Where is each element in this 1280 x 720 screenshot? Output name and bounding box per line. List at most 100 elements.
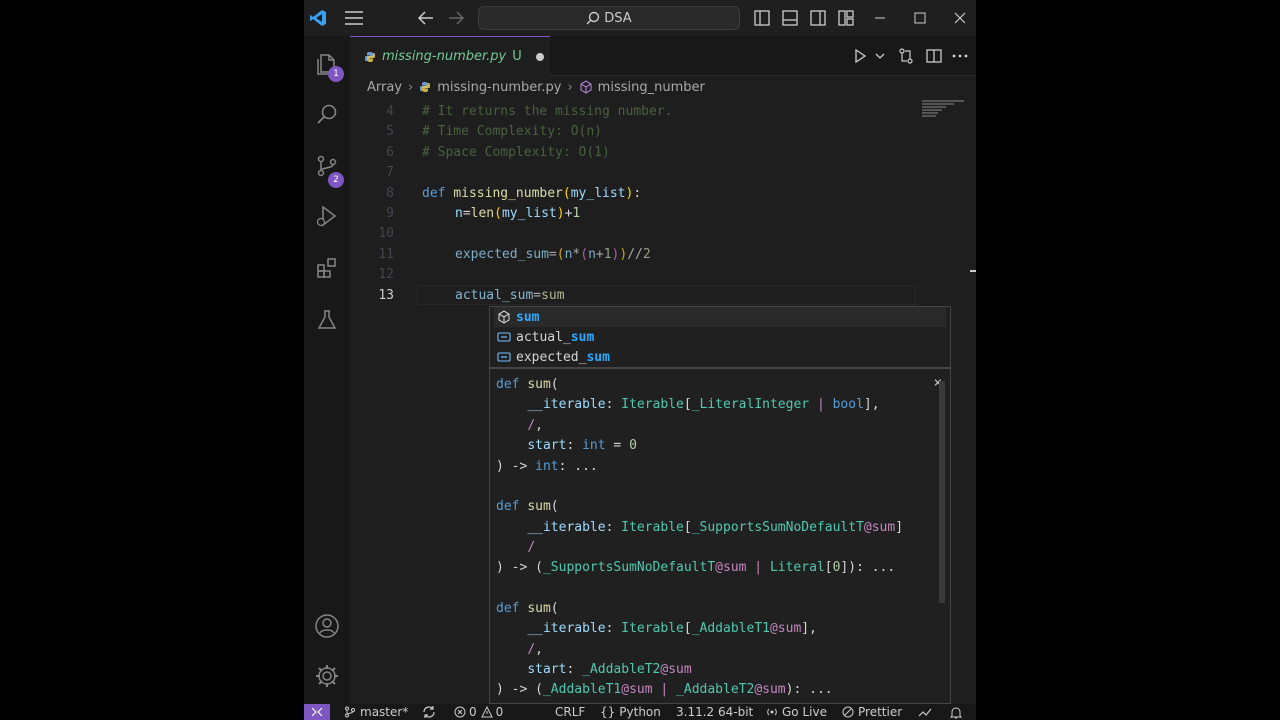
toggle-panel-icon[interactable] [780,8,800,28]
code-line-expected: expected_sum=(n*(n+1))//2 [455,247,651,262]
autocomplete-suggestions: sum actual_ sum expected_ sum [489,306,951,368]
source-control-badge: 2 [328,172,344,188]
close-window-icon[interactable] [950,8,970,28]
line-number: 6 [386,145,394,160]
signature-line: / [527,540,536,555]
extensions-icon[interactable] [304,244,350,292]
line-number: 7 [386,165,394,180]
signature-line: def sum( [496,499,559,514]
breadcrumb-file[interactable]: missing-number.py [437,80,561,95]
notifications-bell-icon[interactable] [950,704,962,720]
activity-bar: 1 2 [304,36,350,704]
breadcrumb-separator-icon: › [567,79,573,95]
search-view-icon[interactable] [304,90,350,138]
code-line-actual: actual_sum=sum [455,288,565,303]
back-arrow-icon[interactable] [416,8,436,28]
signature-line: start: _AddableT2@sum [527,662,692,677]
accounts-icon[interactable] [304,602,350,650]
line-number-active: 13 [378,288,394,303]
manage-gear-icon[interactable] [304,652,350,700]
toggle-secondary-sidebar-icon[interactable] [808,8,828,28]
code-line: # Time Complexity: O(n) [422,124,603,139]
code-line: # It returns the missing number. [422,104,673,119]
forward-arrow-icon[interactable] [446,8,466,28]
tab-untracked-status: U [512,49,522,64]
title-bar: DSA [304,0,976,36]
error-icon [454,706,466,718]
python-file-icon [365,51,375,62]
eol-status[interactable]: CRLF [555,704,585,720]
prettier-status[interactable]: Prettier [842,704,902,720]
signature-line: ) -> (_AddableT1@sum | _AddableT2@sum): … [496,682,833,697]
warning-count: 0 [495,705,504,719]
feedback-icon[interactable] [918,704,932,720]
line-number: 8 [386,186,394,201]
problems-status[interactable]: 0 0 [454,704,503,720]
braces-icon: {} [600,705,616,719]
variable-icon [496,349,512,365]
warning-icon [480,706,493,718]
method-cube-icon [580,80,592,94]
maximize-icon[interactable] [910,8,930,28]
go-live-status[interactable]: Go Live [766,704,827,720]
suggestion-item-actual-sum[interactable]: actual_ sum [494,327,946,347]
scroll-indicator [970,270,976,272]
run-debug-icon[interactable] [304,192,350,240]
line-number: 11 [378,247,394,262]
signature-line: def sum( [496,601,559,616]
command-center-search[interactable]: DSA [478,6,740,30]
run-dropdown-chevron-icon[interactable] [870,46,890,66]
customize-layout-icon[interactable] [836,8,856,28]
tab-bar: missing-number.py U [350,36,976,76]
source-control-icon[interactable]: 2 [304,142,350,190]
signature-line: __iterable: Iterable[_SupportsSumNoDefau… [527,520,904,535]
explorer-icon[interactable]: 1 [304,40,350,88]
prettier-check-icon [842,706,854,718]
language-mode-status[interactable]: {} Python [600,704,661,720]
breadcrumb-symbol[interactable]: missing_number [598,80,705,95]
explorer-badge: 1 [328,66,344,82]
variable-icon [496,329,512,345]
signature-line: __iterable: Iterable[_LiteralInteger | b… [527,397,880,412]
line-number: 4 [386,104,394,119]
more-actions-icon[interactable] [950,46,970,66]
vscode-window: DSA 1 2 missing-number.py U Array › miss… [304,0,976,720]
split-editor-icon[interactable] [924,46,944,66]
line-number: 9 [386,206,394,221]
run-python-file-icon[interactable] [850,46,870,66]
signature-line: def sum( [496,377,559,392]
breadcrumb-folder[interactable]: Array [367,80,402,95]
suggestion-item-expected-sum[interactable]: expected_ sum [494,347,946,367]
remote-indicator-icon[interactable] [304,704,330,720]
signature-line: start: int = 0 [527,438,637,453]
signature-line: __iterable: Iterable[_AddableT1@sum], [527,621,817,636]
interpreter-status[interactable]: 3.11.2 64-bit [676,704,753,720]
branch-name: master* [360,705,409,719]
minimize-icon[interactable] [870,8,890,28]
signature-line: ) -> int: ... [496,459,598,474]
error-count: 0 [469,705,477,719]
git-branch-icon [345,706,355,718]
broadcast-icon [767,708,777,716]
git-branch-status[interactable]: master* [344,704,408,720]
suggestion-details-panel: × def sum( __iterable: Iterable[_Literal… [489,368,951,704]
code-line-def: def missing_number(my_list): [422,186,642,201]
toggle-primary-sidebar-icon[interactable] [752,8,772,28]
signature-line: /, [527,642,543,657]
testing-flask-icon[interactable] [304,296,350,344]
sync-icon[interactable] [422,704,436,720]
line-number: 12 [378,267,394,282]
line-number: 10 [378,226,394,241]
signature-line: /, [527,418,543,433]
suggestion-item-sum[interactable]: sum [494,307,946,327]
menu-icon[interactable] [344,8,364,28]
breadcrumb-separator-icon: › [408,79,414,95]
code-line: # Space Complexity: O(1) [422,145,610,160]
tab-missing-number[interactable]: missing-number.py U [350,36,550,76]
unsaved-dot-icon[interactable] [535,52,544,61]
open-changes-icon[interactable] [896,46,916,66]
search-label: DSA [604,10,632,26]
details-scrollbar[interactable] [939,381,945,603]
vscode-logo-icon [308,8,328,28]
code-line-n: n=len(my_list)+1 [455,206,581,221]
